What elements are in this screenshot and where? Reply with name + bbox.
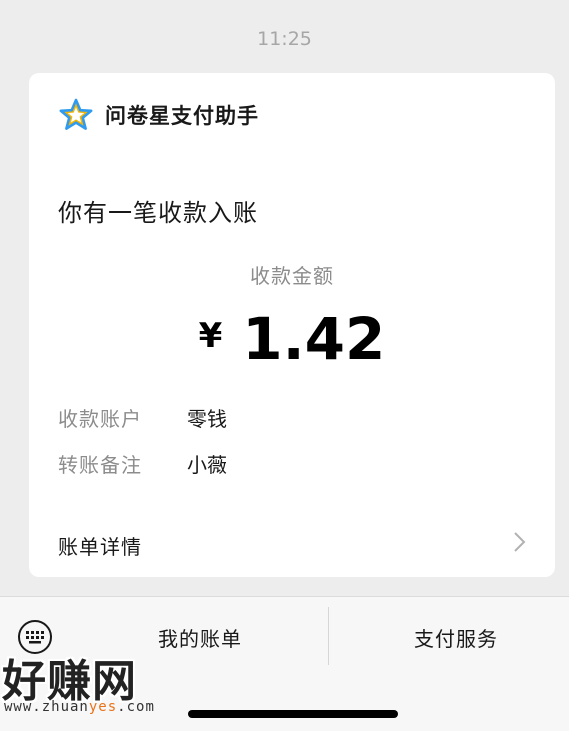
card-header[interactable]: 问卷星支付助手	[59, 98, 259, 131]
amount-value: 1.42	[242, 305, 386, 373]
receiving-account-label: 收款账户	[58, 407, 142, 431]
payment-notification-card[interactable]: 问卷星支付助手 你有一笔收款入账 收款金额 ¥1.42 收款账户 零钱 转账备注…	[29, 73, 555, 577]
amount-label: 收款金额	[250, 264, 334, 288]
watermark-url-prefix: www.zhuan	[4, 699, 89, 715]
tab-payment-services[interactable]: 支付服务	[356, 623, 556, 652]
notification-headline: 你有一笔收款入账	[58, 199, 258, 227]
star-icon	[59, 98, 93, 130]
watermark-url-suffix: .com	[117, 699, 155, 715]
watermark-url-highlight: yes	[88, 699, 118, 715]
app-name: 问卷星支付助手	[105, 104, 259, 128]
home-indicator[interactable]	[188, 710, 398, 718]
receiving-account-value: 零钱	[187, 407, 227, 431]
watermark: 好赚网 www.zhuanyes.com	[0, 645, 200, 720]
bill-details-link[interactable]: 账单详情	[29, 519, 555, 569]
menu-divider	[328, 607, 329, 665]
receiving-account-row: 收款账户 零钱	[58, 403, 227, 432]
bill-details-label: 账单详情	[58, 535, 142, 559]
transfer-note-value: 小薇	[187, 453, 227, 477]
amount-display: ¥1.42	[29, 305, 555, 373]
currency-symbol: ¥	[198, 316, 223, 356]
transfer-note-row: 转账备注 小薇	[58, 449, 227, 478]
watermark-url: www.zhuanyes.com	[4, 699, 155, 715]
chevron-right-icon	[514, 532, 526, 552]
chat-timestamp: 11:25	[257, 28, 312, 50]
transfer-note-label: 转账备注	[58, 453, 142, 477]
